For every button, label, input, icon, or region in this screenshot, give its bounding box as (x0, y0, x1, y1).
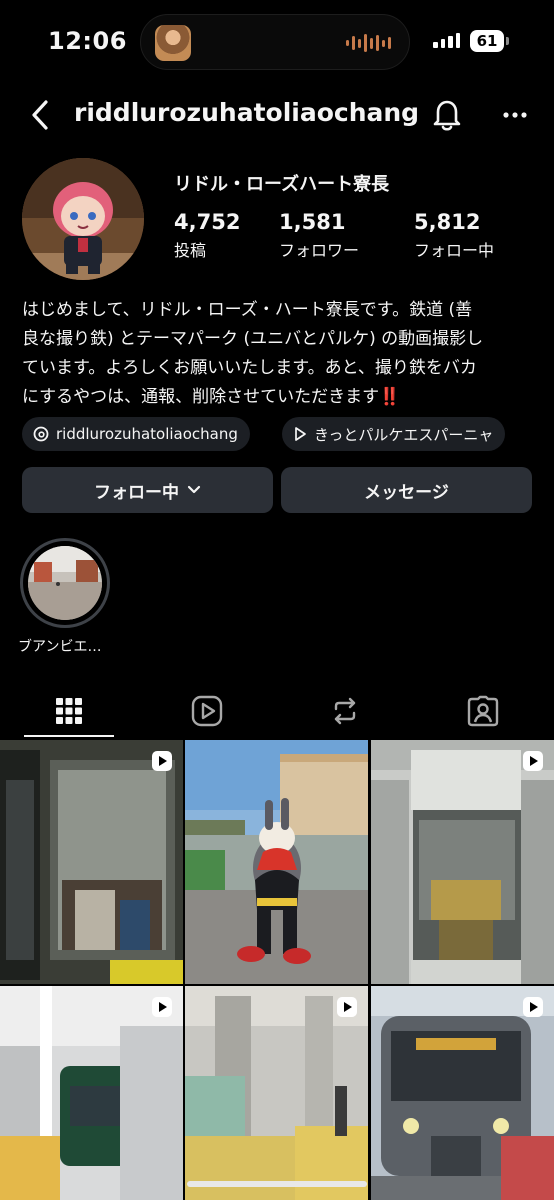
highlight-label: ブアンビエ… (18, 639, 102, 655)
bio-line: 良な撮り鉄) とテーマパーク (ユニバとパルケ) の動画撮影し (22, 329, 484, 349)
posts-grid (0, 740, 554, 1200)
reel-badge-icon (337, 997, 357, 1017)
more-options-icon[interactable] (500, 100, 530, 130)
tab-reposts[interactable] (276, 684, 414, 738)
dynamic-island[interactable] (140, 14, 410, 70)
back-icon[interactable] (26, 98, 56, 132)
grid-post[interactable] (185, 740, 368, 984)
profile-bio: はじめまして、リドル・ローズ・ハート寮長です。鉄道 (善 良な撮り鉄) とテーマ… (22, 296, 537, 412)
stat-following[interactable]: 5,812 フォロー中 (414, 210, 494, 261)
post-thumbnail (185, 740, 368, 984)
post-thumbnail (371, 740, 554, 984)
post-thumbnail (0, 740, 183, 984)
profile-tabs (0, 684, 554, 738)
grid-icon (56, 698, 82, 724)
stat-posts-label: 投稿 (174, 241, 207, 260)
music-title: きっとパルケエスパーニャ (314, 425, 494, 444)
bio-line: ています。よろしくお願いいたします。あと、撮り鉄をバカ (22, 358, 477, 378)
message-button-label: メッセージ (364, 482, 449, 503)
home-indicator[interactable] (187, 1181, 367, 1187)
grid-post[interactable] (0, 740, 183, 984)
tab-reels[interactable] (138, 684, 276, 738)
message-button[interactable]: メッセージ (281, 467, 532, 513)
tab-tagged[interactable] (414, 684, 552, 738)
grid-post[interactable] (185, 986, 368, 1200)
now-playing-thumbnail (155, 25, 191, 61)
bio-line: にするやつは、通報、削除させていただきます‼️ (22, 387, 401, 407)
threads-icon (33, 426, 49, 442)
story-highlight[interactable] (20, 538, 110, 628)
stat-followers-label: フォロワー (279, 241, 360, 260)
post-thumbnail (0, 986, 183, 1200)
avatar-image (22, 158, 144, 280)
reel-badge-icon (152, 751, 172, 771)
stat-following-label: フォロー中 (414, 241, 495, 260)
battery-level: 61 (470, 30, 504, 52)
threads-handle: riddlurozuhatoliaochang (56, 425, 238, 443)
status-time: 12:06 (48, 27, 127, 55)
status-bar: 12:06 61 (0, 0, 554, 86)
reposts-icon (334, 697, 356, 725)
reel-badge-icon (152, 997, 172, 1017)
grid-post[interactable] (0, 986, 183, 1200)
display-name: リドル・ローズハート寮長 (174, 174, 390, 195)
post-thumbnail (371, 986, 554, 1200)
tagged-icon (467, 695, 499, 727)
following-button[interactable]: フォロー中 (22, 467, 273, 513)
play-icon (295, 427, 306, 441)
audio-waveform-icon (346, 33, 391, 53)
grid-post[interactable] (371, 740, 554, 984)
highlight-thumbnail (28, 546, 102, 620)
stat-posts[interactable]: 4,752 投稿 (174, 210, 240, 261)
following-button-label: フォロー中 (94, 482, 179, 503)
reel-badge-icon (523, 751, 543, 771)
stat-following-count: 5,812 (414, 210, 481, 234)
active-tab-indicator (24, 735, 114, 737)
chevron-down-icon (187, 485, 201, 494)
reels-icon (191, 695, 223, 727)
profile-avatar[interactable] (22, 158, 144, 280)
threads-link-chip[interactable]: riddlurozuhatoliaochang (22, 417, 250, 451)
grid-post[interactable] (371, 986, 554, 1200)
profile-header: riddlurozuhatoliaochang (0, 90, 554, 140)
bio-line: はじめまして、リドル・ローズ・ハート寮長です。鉄道 (善 (22, 300, 473, 320)
stat-followers-count: 1,581 (279, 210, 346, 234)
post-thumbnail (185, 986, 368, 1200)
cellular-signal-icon (433, 33, 460, 48)
bell-icon[interactable] (430, 96, 464, 132)
stat-followers[interactable]: 1,581 フォロワー (279, 210, 359, 261)
battery-tip (506, 37, 509, 45)
music-chip[interactable]: きっとパルケエスパーニャ (282, 417, 506, 451)
stat-posts-count: 4,752 (174, 210, 241, 234)
reel-badge-icon (523, 997, 543, 1017)
tab-posts[interactable] (0, 684, 138, 738)
header-username: riddlurozuhatoliaochang (74, 98, 420, 127)
